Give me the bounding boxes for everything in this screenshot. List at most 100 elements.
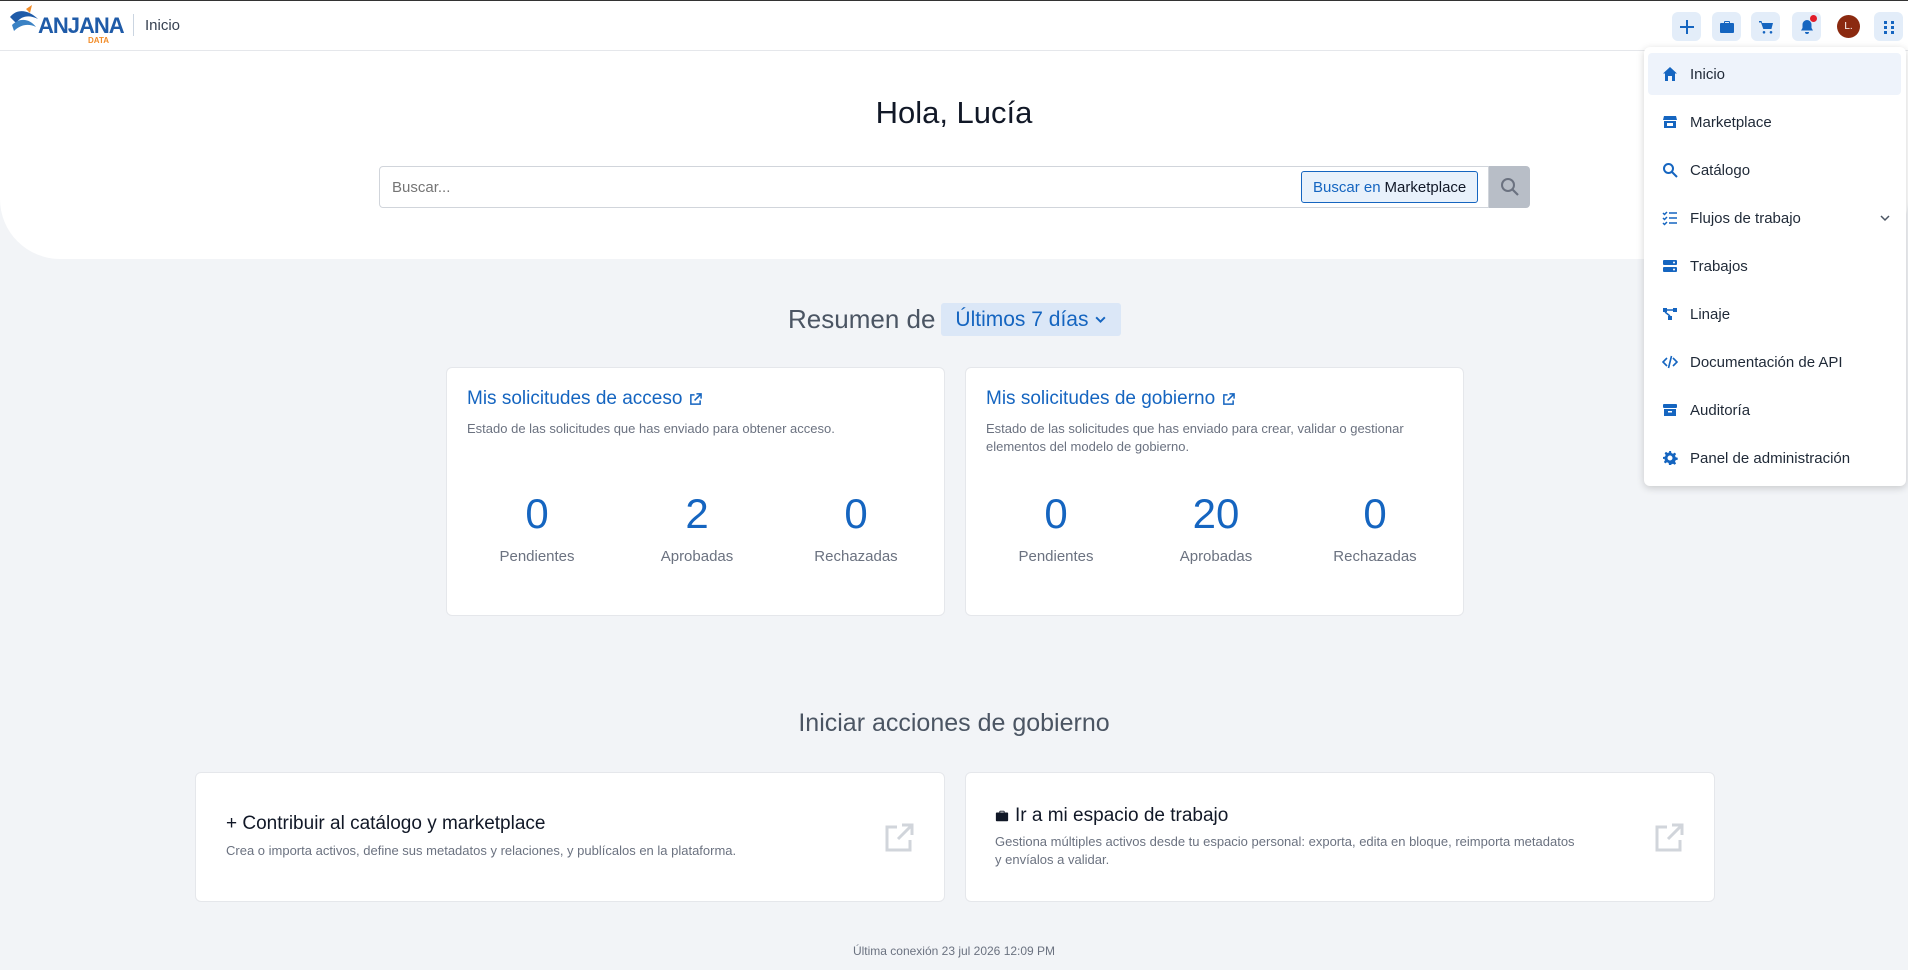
- stat-approved[interactable]: 2 Aprobadas: [627, 490, 767, 565]
- stat-value: 0: [525, 490, 549, 537]
- card-description: Estado de las solicitudes que has enviad…: [467, 421, 835, 436]
- governance-requests-card: Mis solicitudes de gobierno Estado de la…: [965, 367, 1464, 616]
- archive-icon: [1663, 404, 1677, 416]
- card-description: Estado de las solicitudes que has enviad…: [986, 421, 1404, 454]
- access-requests-card: Mis solicitudes de acceso Estado de las …: [446, 367, 945, 616]
- search-box: Buscar en Marketplace: [379, 166, 1489, 208]
- stat-pending[interactable]: 0 Pendientes: [467, 490, 607, 565]
- stat-label: Rechazadas: [814, 548, 898, 565]
- stat-label: Pendientes: [1018, 548, 1094, 565]
- stat-rejected[interactable]: 0 Rechazadas: [786, 490, 926, 565]
- action-description: Gestiona múltiples activos desde tu espa…: [995, 834, 1575, 867]
- governance-requests-link[interactable]: Mis solicitudes de gobierno: [986, 388, 1236, 410]
- notifications-button[interactable]: [1792, 12, 1821, 41]
- external-link-icon: [885, 823, 914, 852]
- hero-panel: [0, 51, 1908, 259]
- menu-item-panel-administracion[interactable]: Panel de administración: [1648, 437, 1901, 479]
- store-icon: [1663, 116, 1677, 128]
- stat-pending[interactable]: 0 Pendientes: [986, 490, 1126, 565]
- search-icon: [1663, 163, 1678, 178]
- apps-dropdown-menu: Inicio Marketplace Catálogo Flujos de tr…: [1644, 47, 1906, 486]
- greeting: Hola, Lucía: [875, 95, 1033, 130]
- menu-item-linaje[interactable]: Linaje: [1648, 293, 1901, 335]
- search-scope-chip[interactable]: Buscar en Marketplace: [1301, 171, 1479, 203]
- menu-item-flujos-de-trabajo[interactable]: Flujos de trabajo: [1648, 197, 1901, 239]
- stat-approved[interactable]: 20 Aprobadas: [1146, 490, 1286, 565]
- plus-icon: [1679, 19, 1694, 34]
- stat-value: 0: [1044, 490, 1068, 537]
- menu-item-label: Catálogo: [1690, 161, 1751, 179]
- breadcrumb[interactable]: Inicio: [145, 17, 180, 34]
- action-title-row: Ir a mi espacio de trabajo: [995, 805, 1228, 827]
- search-input[interactable]: [392, 179, 1272, 196]
- stat-label: Aprobadas: [1179, 548, 1253, 565]
- list-check-icon: [1662, 211, 1677, 226]
- actions-section-title: Iniciar acciones de gobierno: [798, 709, 1110, 737]
- menu-item-label: Panel de administración: [1690, 449, 1851, 467]
- menu-item-label: Auditoría: [1690, 401, 1751, 419]
- search-icon: [1500, 178, 1519, 196]
- menu-item-catalogo[interactable]: Catálogo: [1648, 149, 1901, 191]
- external-link-icon: [690, 392, 703, 405]
- grid-icon: [1883, 20, 1894, 34]
- access-requests-link[interactable]: Mis solicitudes de acceso: [467, 388, 703, 410]
- summary-header: Resumen de Últimos 7 días: [788, 303, 1122, 336]
- code-icon: [1662, 355, 1678, 369]
- external-link-icon: [1223, 392, 1236, 405]
- notification-badge: [1810, 15, 1817, 22]
- add-button[interactable]: [1672, 12, 1701, 41]
- search-scope-target: Marketplace: [1384, 178, 1467, 196]
- stat-value: 2: [685, 490, 709, 537]
- card-title: Mis solicitudes de acceso: [467, 388, 683, 409]
- stat-value: 20: [1192, 490, 1240, 537]
- menu-item-label: Flujos de trabajo: [1690, 209, 1801, 227]
- menu-item-label: Marketplace: [1690, 113, 1772, 131]
- chevron-down-icon: [1095, 316, 1106, 324]
- cart-button[interactable]: [1751, 12, 1780, 41]
- chevron-down-icon: [1880, 215, 1890, 222]
- action-description: Crea o importa activos, define sus metad…: [226, 843, 737, 858]
- stat-label: Rechazadas: [1333, 548, 1417, 565]
- cart-icon: [1758, 20, 1773, 34]
- menu-item-marketplace[interactable]: Marketplace: [1648, 101, 1901, 143]
- apps-menu-button[interactable]: [1874, 12, 1903, 41]
- stat-rejected[interactable]: 0 Rechazadas: [1305, 490, 1445, 565]
- action-title: + Contribuir al catálogo y marketplace: [226, 813, 546, 834]
- logo-subtext: DATA: [88, 36, 109, 45]
- external-link-icon: [1655, 823, 1684, 852]
- server-icon: [1663, 260, 1677, 272]
- last-login: Última conexión 23 jul 2026 12:09 PM: [852, 944, 1056, 958]
- top-bar: ANJANA DATA Inicio L.: [0, 0, 1908, 51]
- briefcase-icon: [995, 810, 1009, 822]
- stat-value: 0: [1363, 490, 1387, 537]
- menu-item-label: Inicio: [1690, 65, 1726, 83]
- summary-label: Resumen de: [788, 304, 936, 334]
- search-scope-prefix: Buscar en: [1313, 178, 1381, 196]
- card-title: Mis solicitudes de gobierno: [986, 388, 1216, 409]
- gear-icon: [1663, 451, 1678, 465]
- stat-label: Pendientes: [499, 548, 575, 565]
- logo-text: ANJANA: [38, 13, 125, 38]
- menu-item-trabajos[interactable]: Trabajos: [1648, 245, 1901, 287]
- anjana-logo[interactable]: ANJANA DATA: [8, 5, 126, 45]
- menu-item-label: Documentación de API: [1690, 353, 1843, 371]
- home-icon: [1663, 67, 1677, 81]
- workspace-button[interactable]: [1712, 12, 1741, 41]
- menu-item-inicio[interactable]: Inicio: [1648, 53, 1901, 95]
- briefcase-icon: [1719, 20, 1734, 33]
- stat-value: 0: [844, 490, 868, 537]
- action-title: Ir a mi espacio de trabajo: [1015, 805, 1229, 826]
- date-range-dropdown[interactable]: Últimos 7 días: [941, 303, 1122, 336]
- contribute-catalog-card[interactable]: + Contribuir al catálogo y marketplace C…: [195, 772, 945, 902]
- lineage-icon: [1663, 308, 1677, 320]
- menu-item-label: Linaje: [1690, 305, 1731, 323]
- menu-item-auditoria[interactable]: Auditoría: [1648, 389, 1901, 431]
- avatar[interactable]: L.: [1837, 15, 1860, 38]
- menu-item-label: Trabajos: [1690, 257, 1748, 275]
- logo-divider: [133, 14, 134, 36]
- stat-label: Aprobadas: [660, 548, 734, 565]
- date-range-value: Últimos 7 días: [955, 307, 1089, 331]
- search-button[interactable]: [1489, 166, 1530, 208]
- menu-item-documentacion-api[interactable]: Documentación de API: [1648, 341, 1901, 383]
- workspace-card[interactable]: Ir a mi espacio de trabajo Gestiona múlt…: [965, 772, 1715, 902]
